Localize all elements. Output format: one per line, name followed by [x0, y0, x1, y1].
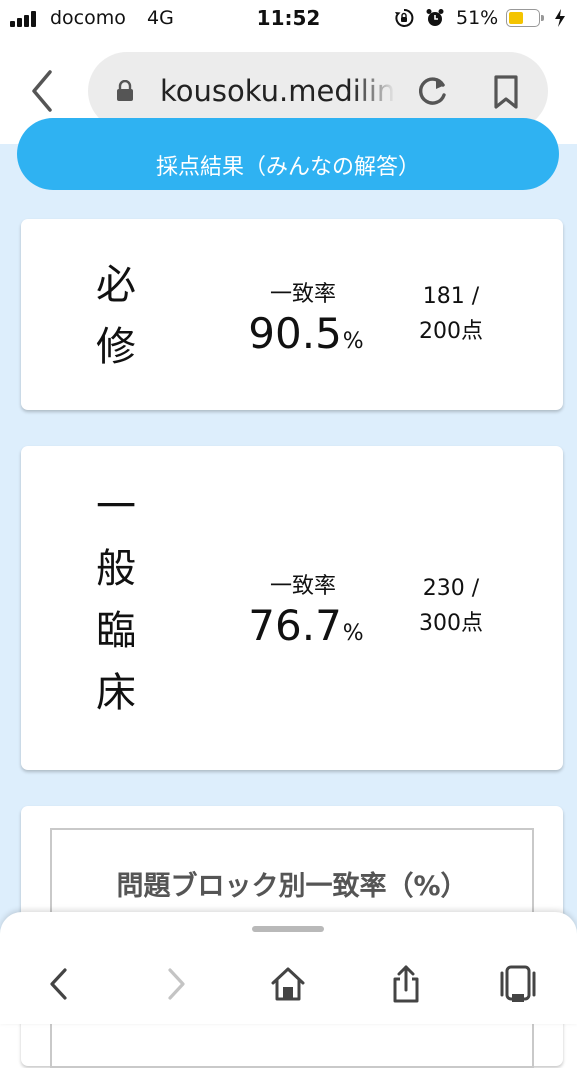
- score-card-hisshu: 必 修 一致率 90.5% 181 / 200点: [21, 219, 563, 410]
- bookmark-icon[interactable]: [491, 74, 521, 110]
- match-rate-label: 一致率: [269, 282, 336, 307]
- results-button[interactable]: 採点結果（みんなの解答）: [17, 118, 559, 190]
- share-icon[interactable]: [386, 964, 426, 1004]
- lock-icon: [117, 80, 133, 101]
- url-text[interactable]: kousoku.medilink: [160, 74, 395, 108]
- back-arrow-icon[interactable]: [40, 964, 80, 1004]
- status-bar: docomo 4G 11:52 51%: [0, 0, 577, 38]
- tabs-icon[interactable]: [498, 964, 538, 1004]
- back-icon[interactable]: [24, 66, 58, 116]
- score-text: 181 / 200点: [419, 284, 483, 344]
- alarm-icon: [426, 9, 444, 26]
- match-rate-value: 90.5%: [248, 309, 364, 358]
- page-content: 採点結果（みんなの解答） 必 修 一致率 90.5% 181 / 200点 一 …: [0, 118, 577, 1068]
- match-rate-label: 一致率: [269, 574, 336, 599]
- battery-icon: [506, 9, 544, 27]
- rotation-lock-icon: [395, 8, 414, 27]
- reload-icon[interactable]: [414, 74, 450, 110]
- charging-icon: [555, 9, 565, 27]
- home-icon[interactable]: [268, 964, 308, 1004]
- block-section-title: 問題ブロック別一致率（%）: [116, 871, 468, 902]
- bottom-toolbar: [0, 912, 577, 1024]
- subject-title: 必 修: [96, 262, 136, 370]
- match-rate-value: 76.7%: [248, 601, 364, 650]
- drag-handle[interactable]: [252, 926, 324, 932]
- score-card-ippan-rinsho: 一 般 臨 床 一致率 76.7% 230 / 300点: [21, 446, 563, 770]
- subject-title: 一 般 臨 床: [96, 484, 136, 716]
- score-text: 230 / 300点: [419, 576, 483, 636]
- battery-percent: 51%: [456, 7, 499, 29]
- forward-arrow-icon[interactable]: [155, 964, 195, 1004]
